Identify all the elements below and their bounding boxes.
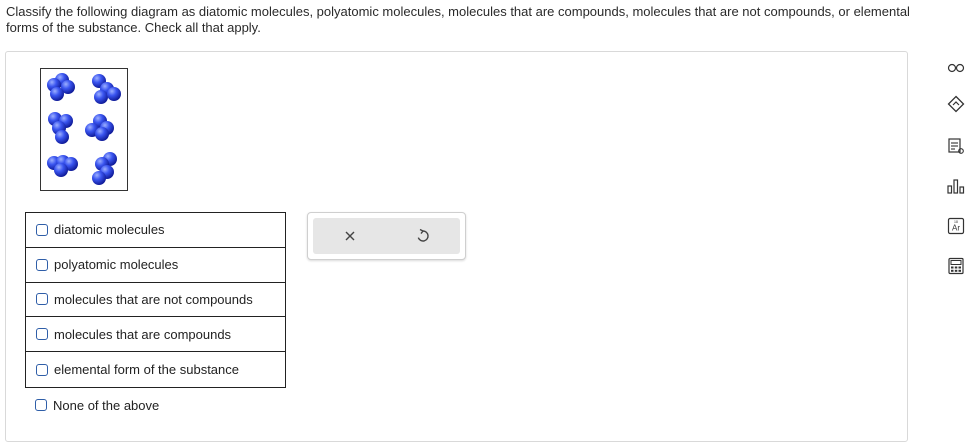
undo-button[interactable] [408, 221, 438, 251]
checkbox[interactable] [36, 328, 48, 341]
option-label: polyatomic molecules [54, 257, 179, 273]
option-label: diatomic molecules [54, 222, 165, 238]
checkbox[interactable] [36, 258, 48, 271]
notes-button[interactable] [944, 134, 968, 158]
chart-icon [947, 179, 965, 194]
option-diatomic-molecules[interactable]: diatomic molecules [26, 213, 285, 248]
clear-icon [345, 231, 355, 241]
question-text: Classify the following diagram as diatom… [6, 4, 910, 35]
option-label: elemental form of the substance [54, 362, 239, 378]
glasses-icon [947, 63, 965, 73]
periodic-table-icon: Ar 18 [947, 217, 965, 235]
option-label: None of the above [53, 397, 160, 413]
checkbox[interactable] [36, 293, 48, 306]
molecule-5 [47, 155, 78, 177]
periodic-table-button[interactable]: Ar 18 [944, 214, 968, 238]
notes-icon [948, 138, 964, 154]
calculator-button[interactable] [944, 254, 968, 278]
answer-tools [307, 212, 466, 260]
svg-text:Ar: Ar [952, 224, 960, 233]
options-list: diatomic molecules polyatomic molecules … [25, 212, 286, 388]
option-elemental-form[interactable]: elemental form of the substance [26, 352, 285, 387]
molecule-3 [48, 112, 73, 144]
clear-button[interactable] [335, 221, 365, 251]
molecule-1 [47, 73, 75, 101]
option-none-of-the-above[interactable]: None of the above [25, 394, 286, 416]
calculator-icon [948, 257, 964, 275]
option-compounds[interactable]: molecules that are compounds [26, 317, 285, 353]
option-label: molecules that are compounds [54, 326, 232, 342]
molecule-diagram [40, 68, 128, 191]
glasses-button[interactable] [944, 56, 968, 80]
tool-bar [313, 218, 460, 254]
option-not-compounds[interactable]: molecules that are not compounds [26, 283, 285, 318]
option-polyatomic-molecules[interactable]: polyatomic molecules [26, 248, 285, 283]
svg-text:18: 18 [954, 220, 958, 224]
hint-icon [947, 95, 965, 113]
molecule-6 [92, 152, 117, 185]
checkbox[interactable] [36, 223, 48, 236]
chart-button[interactable] [944, 174, 968, 198]
checkbox[interactable] [35, 399, 47, 411]
molecule-2 [92, 74, 121, 104]
hint-button[interactable] [944, 92, 968, 116]
undo-icon [417, 228, 429, 242]
molecule-4 [85, 114, 114, 141]
checkbox[interactable] [36, 363, 48, 376]
option-label: molecules that are not compounds [54, 291, 253, 307]
